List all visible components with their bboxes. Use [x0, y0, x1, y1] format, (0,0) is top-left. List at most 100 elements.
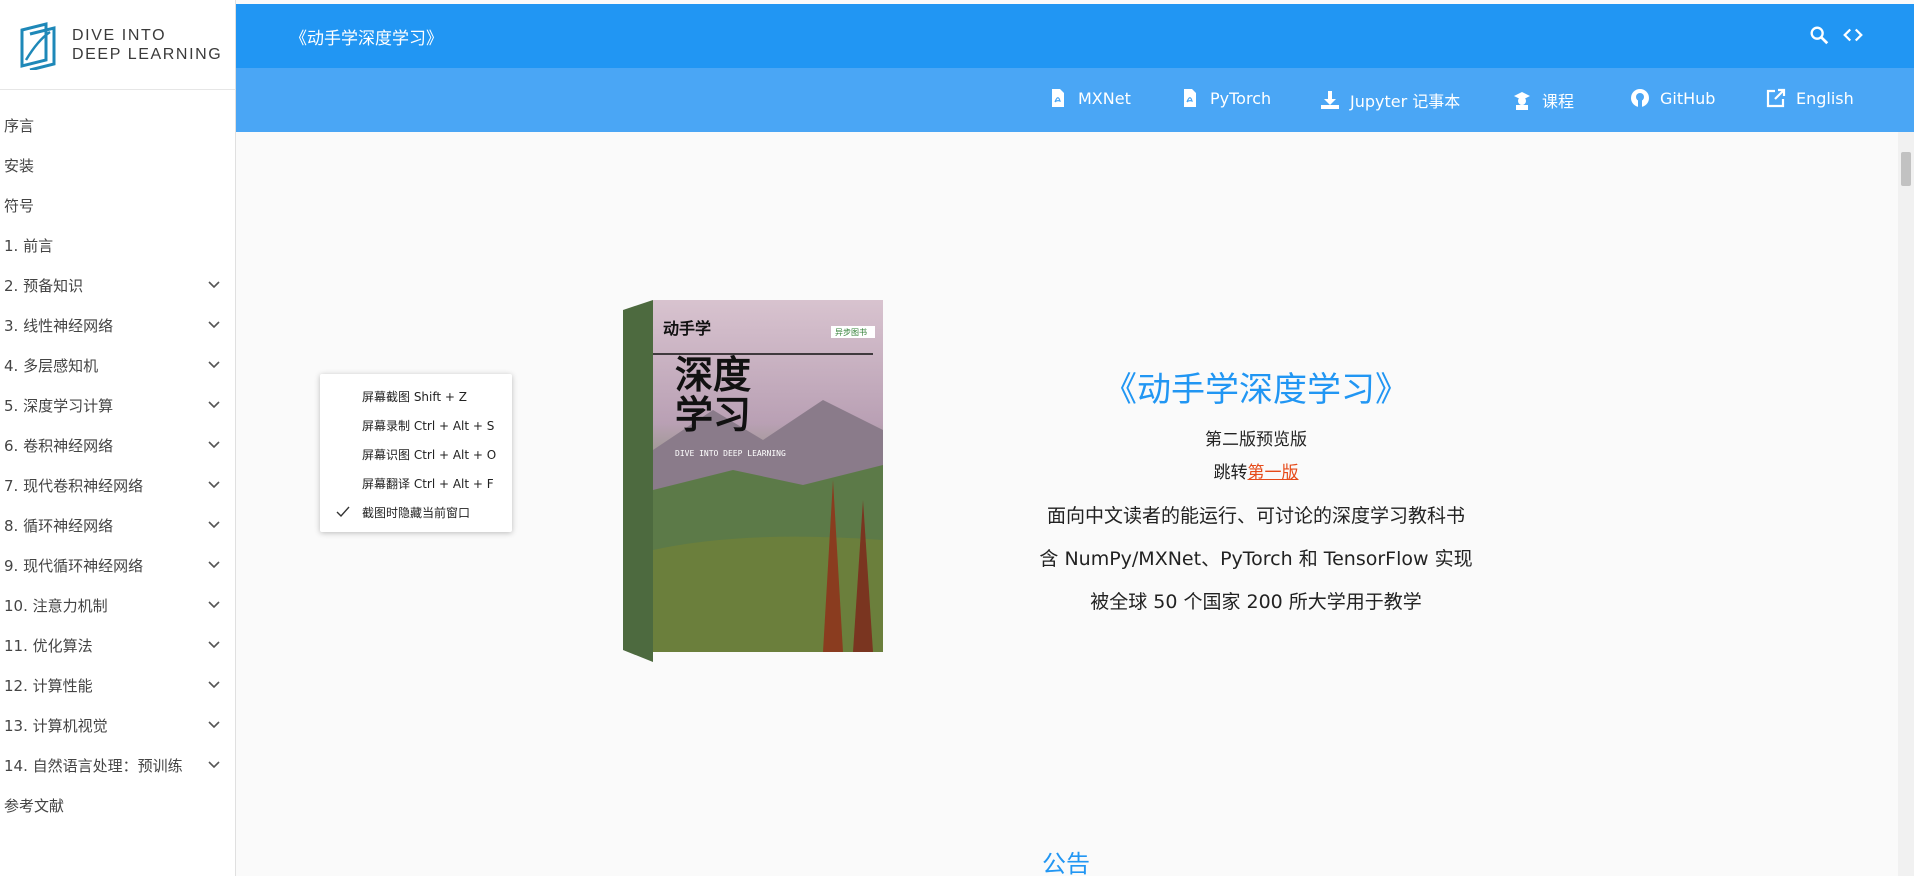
sidebar-item[interactable]: 1. 前言	[0, 225, 235, 265]
sidebar-item[interactable]: 5. 深度学习计算	[0, 385, 235, 425]
code-icon[interactable]	[1842, 24, 1864, 46]
context-menu-item[interactable]: 屏幕录制 Ctrl + Alt + S	[320, 411, 512, 440]
sidebar-item[interactable]: 6. 卷积神经网络	[0, 425, 235, 465]
book-badge: 异步图书	[835, 327, 867, 337]
book-cover-image: 动手学 深度 学习 DIVE INTO DEEP LEARNING 异步图书	[623, 300, 883, 662]
nav-link-english[interactable]: English	[1766, 88, 1854, 108]
logo-text-line1: DIVE INTO	[72, 26, 167, 44]
sidebar-item-label: 8. 循环神经网络	[4, 516, 114, 535]
sidebar-item[interactable]: 8. 循环神经网络	[0, 505, 235, 545]
context-menu-item[interactable]: 屏幕翻译 Ctrl + Alt + F	[320, 469, 512, 498]
nav-link-jupyter[interactable]: Jupyter 记事本	[1320, 88, 1460, 112]
hero-jump: 跳转第一版	[1213, 463, 1299, 483]
chevron-down-icon[interactable]	[207, 438, 221, 452]
toc: 序言安装符号 1. 前言 2. 预备知识 3. 线性神经网络 4. 多层感知机 5. 深度…	[0, 90, 235, 825]
chevron-down-icon[interactable]	[207, 518, 221, 532]
scrollbar[interactable]	[1898, 132, 1914, 876]
sidebar-item-label: 11. 优化算法	[4, 636, 93, 655]
nav-link-mxnet[interactable]: MXNet	[1048, 88, 1131, 108]
hero-subtitle: 第二版预览版	[1205, 430, 1307, 450]
chevron-down-icon[interactable]	[207, 718, 221, 732]
context-menu-item-label: 截图时隐藏当前窗口	[362, 506, 471, 520]
hero-line-2: 含 NumPy/MXNet、PyTorch 和 TensorFlow 实现	[1039, 548, 1473, 570]
context-menu-item[interactable]: 屏幕截图 Shift + Z	[320, 382, 512, 411]
download-icon	[1321, 91, 1339, 109]
chevron-down-icon[interactable]	[207, 318, 221, 332]
logo-icon	[20, 21, 56, 70]
hero-title: 《动手学深度学习》	[1103, 370, 1409, 410]
top-bar: 《动手学深度学习》	[236, 4, 1914, 68]
first-edition-link[interactable]: 第一版	[1248, 463, 1299, 483]
context-menu-item[interactable]: 截图时隐藏当前窗口	[320, 498, 512, 527]
sidebar-item[interactable]: 7. 现代卷积神经网络	[0, 465, 235, 505]
chevron-down-icon[interactable]	[207, 678, 221, 692]
search-icon[interactable]	[1808, 24, 1830, 46]
sidebar-item-label: 7. 现代卷积神经网络	[4, 476, 144, 495]
github-icon	[1631, 89, 1649, 107]
sidebar-item[interactable]: 13. 计算机视觉	[0, 705, 235, 745]
site-title[interactable]: 《动手学深度学习》	[290, 24, 443, 49]
sidebar-item-label: 序言	[4, 116, 35, 135]
hero-line-3: 被全球 50 个国家 200 所大学用于教学	[1090, 591, 1422, 613]
sidebar-item-label: 4. 多层感知机	[4, 356, 99, 375]
chevron-down-icon[interactable]	[207, 558, 221, 572]
context-menu-item-label: 屏幕翻译 Ctrl + Alt + F	[362, 477, 494, 491]
pdf-icon	[1184, 89, 1196, 107]
nav-link-github[interactable]: GitHub	[1630, 88, 1715, 108]
sidebar-item[interactable]: 2. 预备知识	[0, 265, 235, 305]
sidebar-item-label: 9. 现代循环神经网络	[4, 556, 144, 575]
pdf-icon	[1052, 89, 1064, 107]
sidebar-item-label: 5. 深度学习计算	[4, 396, 114, 415]
sidebar-item-label: 3. 线性神经网络	[4, 316, 114, 335]
sidebar-item[interactable]: 3. 线性神经网络	[0, 305, 235, 345]
chevron-down-icon[interactable]	[207, 278, 221, 292]
external-link-icon	[1766, 88, 1786, 108]
context-menu-item-label: 屏幕录制 Ctrl + Alt + S	[362, 419, 495, 433]
book-title-small: 动手学	[663, 319, 711, 338]
sidebar-item[interactable]: 参考文献	[0, 785, 235, 825]
nav-link-course[interactable]: 课程	[1512, 88, 1574, 112]
nav-link-pytorch[interactable]: PyTorch	[1180, 88, 1271, 108]
sidebar-item-label: 1. 前言	[4, 236, 54, 255]
sidebar-item[interactable]: 序言	[0, 105, 235, 145]
hero: 《动手学深度学习》 第二版预览版 跳转第一版 面向中文读者的能运行、可讨论的深度…	[1006, 362, 1506, 614]
sidebar-item-label: 参考文献	[4, 796, 65, 815]
sidebar: DIVE INTO DEEP LEARNING 序言安装符号 1. 前言 2. 预备…	[0, 0, 236, 876]
nav-bar: MXNet PyTorch Jupyter 记事本 课程 GitHub Engl…	[236, 68, 1914, 132]
context-menu-item-label: 屏幕截图 Shift + Z	[362, 390, 467, 404]
sidebar-item-label: 符号	[4, 196, 35, 215]
chevron-down-icon[interactable]	[207, 358, 221, 372]
chevron-down-icon[interactable]	[207, 758, 221, 772]
sidebar-item-label: 10. 注意力机制	[4, 596, 108, 615]
sidebar-item[interactable]: 14. 自然语言处理：预训练	[0, 745, 235, 785]
sidebar-item[interactable]: 安装	[0, 145, 235, 185]
sidebar-item-label: 2. 预备知识	[4, 276, 84, 295]
chevron-down-icon[interactable]	[207, 478, 221, 492]
context-menu-item-label: 屏幕识图 Ctrl + Alt + O	[362, 448, 497, 462]
checkmark-icon	[336, 506, 350, 518]
book-title-line1: 深度	[675, 352, 751, 397]
logo-text-line2: DEEP LEARNING	[72, 45, 223, 63]
sidebar-item-label: 6. 卷积神经网络	[4, 436, 114, 455]
context-menu: 屏幕截图 Shift + Z 屏幕录制 Ctrl + Alt + S 屏幕识图 Ct…	[320, 374, 512, 532]
app: DIVE INTO DEEP LEARNING 序言安装符号 1. 前言 2. 预备…	[0, 0, 1914, 876]
book-subtitle-en: DIVE INTO DEEP LEARNING	[675, 449, 786, 458]
sidebar-item[interactable]: 4. 多层感知机	[0, 345, 235, 385]
sidebar-item[interactable]: 11. 优化算法	[0, 625, 235, 665]
chevron-down-icon[interactable]	[207, 398, 221, 412]
logo[interactable]: DIVE INTO DEEP LEARNING	[0, 0, 235, 90]
context-menu-item[interactable]: 屏幕识图 Ctrl + Alt + O	[320, 440, 512, 469]
book-title-line2: 学习	[675, 392, 751, 437]
sidebar-item[interactable]: 12. 计算性能	[0, 665, 235, 705]
sidebar-item[interactable]: 符号	[0, 185, 235, 225]
chevron-down-icon[interactable]	[207, 598, 221, 612]
scrollbar-thumb[interactable]	[1901, 152, 1911, 186]
sidebar-item-label: 12. 计算性能	[4, 676, 93, 695]
sidebar-item-label: 13. 计算机视觉	[4, 716, 108, 735]
notice-heading: 公告	[1042, 850, 1090, 876]
sidebar-item-label: 14. 自然语言处理：预训练	[4, 756, 183, 775]
teacher-icon	[1514, 92, 1530, 110]
sidebar-item[interactable]: 10. 注意力机制	[0, 585, 235, 625]
chevron-down-icon[interactable]	[207, 638, 221, 652]
sidebar-item[interactable]: 9. 现代循环神经网络	[0, 545, 235, 585]
